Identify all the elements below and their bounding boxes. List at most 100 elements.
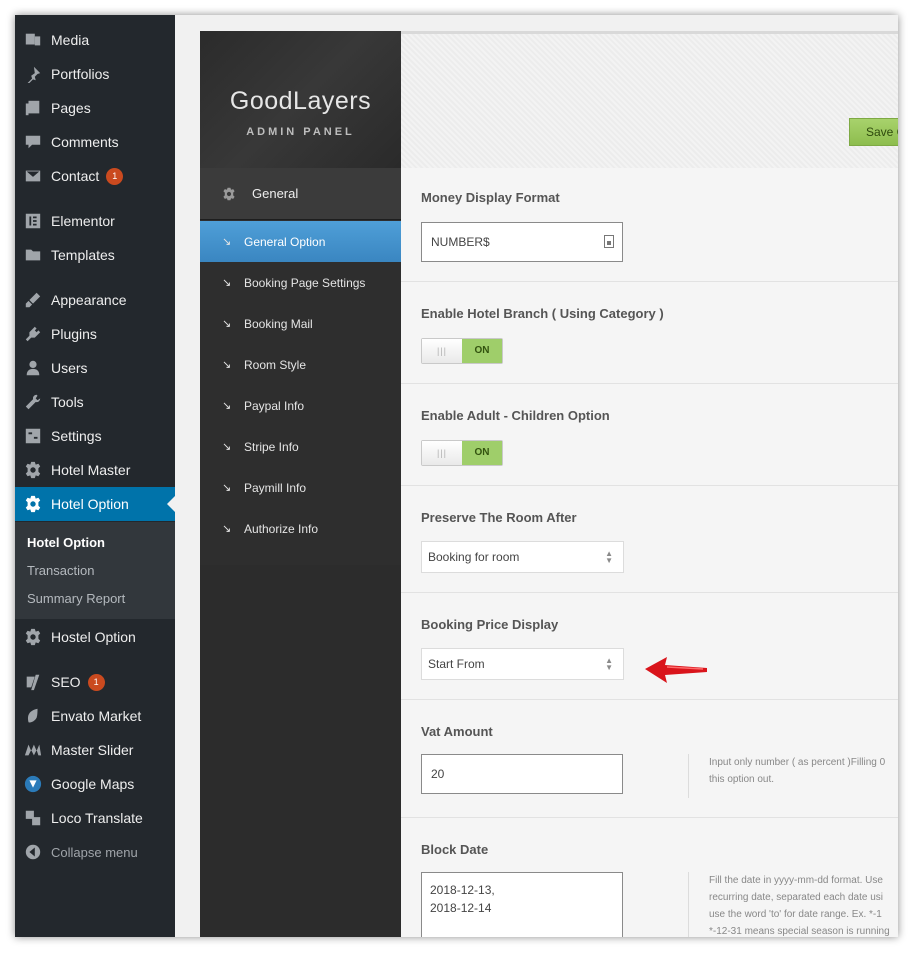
option-title: Booking Price Display [421,617,559,632]
menu-master-slider[interactable]: Master Slider [15,733,175,767]
nav-label: Authorize Info [244,521,319,536]
slider-icon [23,740,43,760]
brush-icon [23,290,43,310]
option-title: Money Display Format [421,190,560,205]
menu-hostel-option[interactable]: Hostel Option [15,620,175,654]
active-indicator [167,496,175,512]
menu-hotel-option[interactable]: Hotel Option [15,487,175,521]
block-date-textarea[interactable]: 2018-12-13, 2018-12-14 [421,872,623,937]
nav-paypal-info[interactable]: ↘ Paypal Info [200,385,401,426]
nav-label: Paymill Info [244,480,307,495]
nav-booking-page-settings[interactable]: ↘ Booking Page Settings [200,262,401,303]
menu-elementor[interactable]: Elementor [15,204,175,238]
hotel-branch-toggle[interactable]: ||| ON [421,338,503,364]
submenu-summary-report[interactable]: Summary Report [27,591,125,606]
vat-amount-input[interactable]: 20 [421,754,623,794]
money-format-input[interactable]: NUMBER$ [421,222,623,262]
media-icon [23,30,43,50]
menu-label: Google Maps [51,776,135,792]
toggle-knob: ||| [422,441,463,465]
arrow-down-right-icon: ↘ [222,318,232,330]
notification-badge: 1 [106,167,124,185]
nav-label: Paypal Info [244,398,305,413]
field-icon [604,235,614,248]
menu-templates[interactable]: Templates [15,238,175,272]
menu-label: Appearance [51,292,127,308]
collapse-menu-button[interactable]: Collapse menu [15,835,175,869]
menu-hotel-master[interactable]: Hotel Master [15,453,175,487]
menu-label: Envato Market [51,708,142,724]
nav-label: Booking Page Settings [244,275,366,290]
menu-portfolios[interactable]: Portfolios [15,57,175,91]
menu-tools[interactable]: Tools [15,385,175,419]
menu-label: Users [51,360,88,376]
option-vat-amount: Vat Amount 20 Input only number ( as per… [401,700,898,818]
arrow-down-right-icon: ↘ [222,400,232,412]
arrow-down-right-icon: ↘ [222,441,232,453]
option-preserve-room: Preserve The Room After Booking for room… [401,486,898,593]
menu-comments[interactable]: Comments [15,125,175,159]
nav-label: Room Style [244,357,307,372]
save-button[interactable]: Save C [849,118,898,146]
select-value: Booking for room [428,550,520,564]
menu-loco-translate[interactable]: Loco Translate [15,801,175,835]
submenu-transaction[interactable]: Transaction [27,563,94,578]
arrow-down-right-icon: ↘ [222,236,232,248]
panel-header: Save C [401,31,898,168]
menu-label: Hotel Master [51,462,131,478]
pin-icon [23,64,43,84]
menu-google-maps[interactable]: Google Maps [15,767,175,801]
gear-icon [23,627,43,647]
toggle-on-label: ON [462,339,502,363]
arrow-down-right-icon: ↘ [222,359,232,371]
map-icon [23,774,43,794]
nav-room-style[interactable]: ↘ Room Style [200,344,401,385]
nav-general-option[interactable]: ↘ General Option [200,221,401,262]
nav-stripe-info[interactable]: ↘ Stripe Info [200,426,401,467]
elementor-icon [23,211,43,231]
menu-seo[interactable]: SEO 1 [15,665,175,699]
nav-label: Stripe Info [244,439,299,454]
menu-label: Contact [51,168,100,184]
gear-icon [23,460,43,480]
arrow-down-right-icon: ↘ [222,523,232,535]
menu-envato-market[interactable]: Envato Market [15,699,175,733]
adult-children-toggle[interactable]: ||| ON [421,440,503,466]
translate-icon [23,808,43,828]
preserve-room-select[interactable]: Booking for room ▲ ▼ [421,541,624,573]
desc-line: *-12-31 means special season is running [709,926,890,937]
menu-label: Loco Translate [51,810,143,826]
menu-contact[interactable]: Contact 1 [15,159,175,193]
select-value: Start From [428,657,485,671]
submenu-hotel-option[interactable]: Hotel Option [27,535,105,550]
menu-label: Media [51,32,90,48]
menu-pages[interactable]: Pages [15,91,175,125]
settings-icon [23,426,43,446]
price-display-select[interactable]: Start From ▲ ▼ [421,648,624,680]
menu-settings[interactable]: Settings [15,419,175,453]
menu-appearance[interactable]: Appearance [15,283,175,317]
option-adult-children: Enable Adult - Children Option ||| ON [401,384,898,486]
nav-authorize-info[interactable]: ↘ Authorize Info [200,508,401,549]
menu-label: Hostel Option [51,629,136,645]
wrench-icon [23,392,43,412]
select-arrows-icon: ▲ ▼ [605,549,613,565]
collapse-icon [23,842,43,862]
menu-media[interactable]: Media [15,23,175,57]
nav-label: General Option [244,234,326,249]
comments-icon [23,132,43,152]
menu-label: Settings [51,428,102,444]
section-general[interactable]: General [200,168,401,220]
nav-paymill-info[interactable]: ↘ Paymill Info [200,467,401,508]
menu-users[interactable]: Users [15,351,175,385]
menu-plugins[interactable]: Plugins [15,317,175,351]
option-money-format: Money Display Format NUMBER$ [401,168,898,282]
option-block-date: Block Date 2018-12-13, 2018-12-14 Fill t… [401,818,898,937]
hotel-option-submenu: Hotel Option Transaction Summary Report [15,522,175,619]
option-title: Vat Amount [421,724,493,739]
menu-label: Master Slider [51,742,134,758]
menu-label: Hotel Option [51,496,129,512]
menu-label: Portfolios [51,66,110,82]
nav-booking-mail[interactable]: ↘ Booking Mail [200,303,401,344]
option-title: Enable Adult - Children Option [421,408,610,423]
